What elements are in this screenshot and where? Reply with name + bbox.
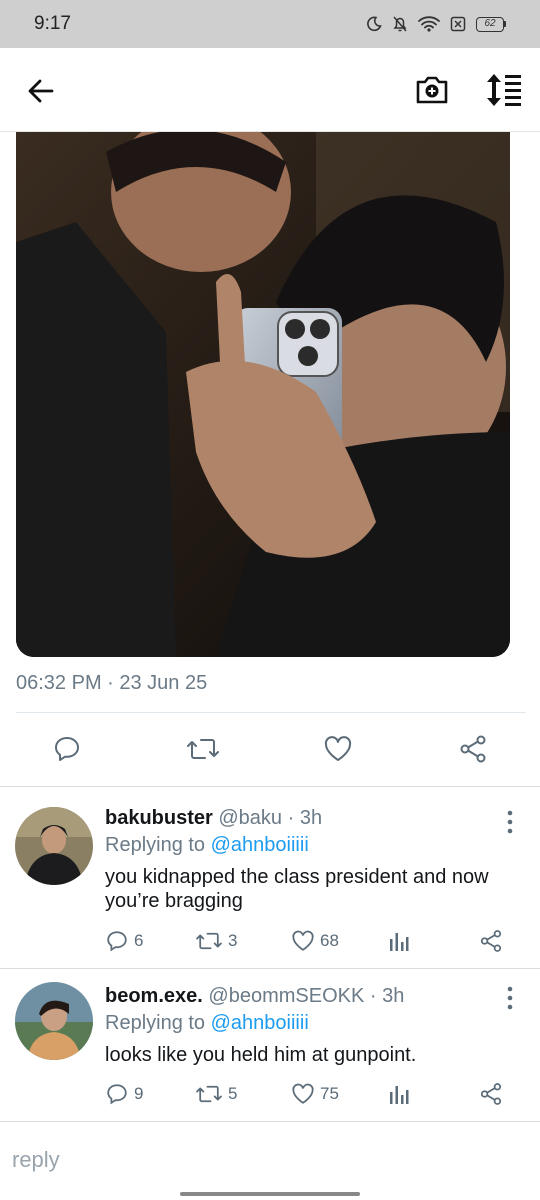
reply-stats: 9 5 75	[105, 1082, 520, 1112]
divider	[0, 968, 540, 969]
comment-button[interactable]	[47, 722, 87, 776]
share-icon	[480, 930, 502, 952]
retweet-button[interactable]: 3	[195, 929, 237, 953]
avatar-image	[15, 807, 93, 885]
more-vertical-icon	[507, 986, 513, 1010]
like-button[interactable]: 68	[291, 929, 339, 953]
like-count: 68	[320, 931, 339, 950]
replying-prefix: Replying to	[105, 1012, 211, 1034]
mention-link[interactable]: @ahnboiiiii	[211, 834, 309, 856]
reply-stats: 6 3 68	[105, 929, 520, 959]
tweet-photo[interactable]	[16, 132, 510, 657]
camera-button[interactable]	[412, 70, 452, 110]
reply-header: beom.exe. @beommSEOKK · 3h	[105, 985, 520, 1008]
mention-link[interactable]: @ahnboiiiii	[211, 1012, 309, 1034]
analytics-icon	[390, 933, 409, 951]
battery-level: 62	[476, 16, 504, 32]
divider	[0, 1121, 540, 1122]
comment-icon	[55, 737, 79, 761]
reply-time: · 3h	[282, 807, 323, 829]
like-button[interactable]	[318, 722, 358, 776]
share-button[interactable]	[479, 929, 503, 953]
reply-content: beom.exe. @beommSEOKK · 3h Replying to @…	[105, 985, 520, 1067]
like-count: 75	[320, 1084, 339, 1103]
analytics-button[interactable]	[388, 1082, 410, 1106]
comment-icon	[107, 1084, 127, 1105]
divider	[16, 712, 526, 713]
sort-button[interactable]	[484, 70, 524, 110]
more-vertical-icon	[507, 810, 513, 834]
analytics-button[interactable]	[388, 929, 410, 953]
retweet-icon	[196, 1085, 222, 1103]
arrow-left-icon	[28, 79, 54, 103]
like-button[interactable]: 75	[291, 1082, 339, 1106]
tweet-timestamp: 06:32 PM · 23 Jun 25	[16, 672, 208, 694]
photo-illustration	[16, 132, 510, 657]
replying-prefix: Replying to	[105, 834, 211, 856]
home-indicator[interactable]	[180, 1192, 360, 1196]
more-button[interactable]	[500, 809, 520, 835]
analytics-icon	[390, 1086, 409, 1104]
comment-count: 9	[134, 1084, 144, 1103]
retweet-icon	[196, 932, 222, 950]
battery-icon: 62	[476, 16, 506, 32]
share-icon	[460, 735, 486, 763]
wifi-icon	[418, 16, 440, 32]
heart-icon	[292, 1083, 314, 1104]
reply-time: · 3h	[364, 985, 405, 1007]
author-handle[interactable]: @beommSEOKK	[208, 985, 364, 1007]
bell-off-icon	[393, 16, 407, 32]
share-button[interactable]	[479, 1082, 503, 1106]
heart-icon	[324, 736, 352, 761]
share-button[interactable]	[453, 722, 493, 776]
moon-icon	[367, 16, 382, 32]
comment-icon	[107, 931, 127, 952]
sort-icon	[487, 74, 521, 106]
more-button[interactable]	[500, 985, 520, 1011]
app-bar	[0, 48, 540, 132]
retweet-icon	[187, 739, 219, 759]
author-name[interactable]: bakubuster	[105, 807, 213, 829]
tweet-actions	[0, 722, 540, 776]
sim-off-icon	[450, 16, 466, 32]
retweet-button[interactable]: 5	[195, 1082, 237, 1106]
divider	[0, 786, 540, 787]
status-time: 9:17	[34, 13, 71, 34]
status-icons: 62	[366, 15, 506, 33]
reply-header: bakubuster @baku · 3h	[105, 807, 520, 830]
comment-button[interactable]: 9	[105, 1082, 143, 1106]
avatar[interactable]	[15, 982, 93, 1060]
reply-text: you kidnapped the class president and no…	[105, 866, 489, 912]
back-button[interactable]	[22, 74, 62, 108]
retweet-count: 5	[228, 1084, 238, 1103]
share-icon	[480, 1083, 502, 1105]
avatar[interactable]	[15, 807, 93, 885]
reply-text: looks like you held him at gunpoint.	[105, 1044, 417, 1066]
retweet-count: 3	[228, 931, 238, 950]
avatar-image	[15, 982, 93, 1060]
author-handle[interactable]: @baku	[218, 807, 282, 829]
retweet-button[interactable]	[183, 722, 223, 776]
camera-plus-icon	[416, 76, 448, 104]
replying-to: Replying to @ahnboiiiii	[105, 1012, 520, 1035]
author-name[interactable]: beom.exe.	[105, 985, 203, 1007]
comment-button[interactable]: 6	[105, 929, 143, 953]
reply-content: bakubuster @baku · 3h Replying to @ahnbo…	[105, 807, 520, 913]
replying-to: Replying to @ahnboiiiii	[105, 834, 520, 857]
reply-input[interactable]	[12, 1142, 512, 1178]
status-bar: 9:17 62	[0, 0, 540, 48]
heart-icon	[292, 930, 314, 951]
comment-count: 6	[134, 931, 144, 950]
